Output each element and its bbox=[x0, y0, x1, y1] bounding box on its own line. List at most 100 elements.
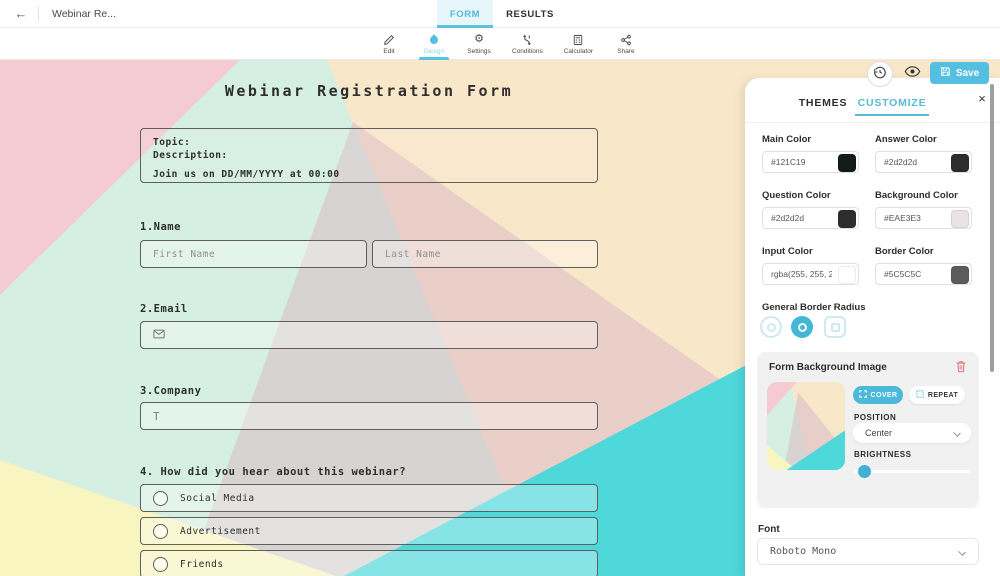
option-friends[interactable]: Friends bbox=[140, 550, 598, 576]
crop-brackets-icon bbox=[859, 390, 867, 400]
top-bar: ← Webinar Re... FORM RESULTS bbox=[0, 0, 1000, 28]
color-swatch[interactable] bbox=[838, 266, 856, 284]
question-color-field: Question Color #2d2d2d bbox=[762, 190, 859, 229]
brightness-label: BRIGHTNESS bbox=[854, 450, 911, 459]
eye-icon bbox=[904, 65, 921, 83]
main-color-field: Main Color #121C19 bbox=[762, 134, 859, 173]
position-value: Center bbox=[865, 428, 892, 438]
source-question-label[interactable]: 4. How did you hear about this webinar? bbox=[140, 466, 406, 478]
repeat-mode-button[interactable]: REPEAT bbox=[909, 386, 965, 404]
save-button[interactable]: Save bbox=[930, 62, 989, 84]
dashed-grid-icon bbox=[916, 390, 924, 400]
toolbar-item-calculator[interactable]: Calculator bbox=[561, 28, 596, 60]
color-value: #121C19 bbox=[771, 157, 806, 167]
name-question-label[interactable]: 1.Name bbox=[140, 221, 181, 233]
description-line: Description: bbox=[153, 150, 228, 161]
color-swatch[interactable] bbox=[951, 154, 969, 172]
input-color-field: Input Color rgba(255, 255, 25 bbox=[762, 246, 859, 285]
radio-icon[interactable] bbox=[153, 557, 168, 572]
first-name-input[interactable]: First Name bbox=[140, 240, 367, 268]
chevron-down-icon bbox=[958, 548, 966, 556]
option-social-media[interactable]: Social Media bbox=[140, 484, 598, 512]
toolbar-item-label: Calculator bbox=[564, 48, 593, 55]
toolbar-item-label: Conditions bbox=[512, 48, 543, 55]
app-window: ← Webinar Re... FORM RESULTS Edit Design… bbox=[0, 0, 1000, 576]
background-image-thumbnail[interactable] bbox=[767, 382, 845, 470]
font-select[interactable]: Roboto Mono bbox=[757, 538, 979, 565]
close-icon[interactable]: × bbox=[975, 92, 989, 106]
tab-themes[interactable]: THEMES bbox=[795, 94, 851, 112]
color-swatch[interactable] bbox=[951, 266, 969, 284]
email-input[interactable] bbox=[140, 321, 598, 349]
field-label: Main Color bbox=[762, 134, 859, 145]
border-color-field: Border Color #5C5C5C bbox=[875, 246, 972, 285]
brightness-slider[interactable] bbox=[854, 470, 970, 473]
save-button-label: Save bbox=[956, 68, 979, 79]
border-color-input[interactable]: #5C5C5C bbox=[875, 263, 972, 285]
email-question-label[interactable]: 2.Email bbox=[140, 303, 188, 315]
square-radius-icon bbox=[824, 316, 846, 338]
toolbar-item-conditions[interactable]: Conditions bbox=[509, 28, 546, 60]
preview-eye-button[interactable] bbox=[901, 64, 923, 84]
option-label: Social Media bbox=[180, 493, 255, 504]
position-select[interactable]: Center bbox=[853, 423, 971, 443]
color-value: rgba(255, 255, 25 bbox=[771, 269, 832, 279]
back-arrow-icon[interactable]: ← bbox=[12, 6, 30, 22]
builder-toolbar: Edit Design ⚙ Settings Conditions bbox=[0, 28, 1000, 60]
trash-icon[interactable] bbox=[955, 360, 969, 374]
radio-icon[interactable] bbox=[153, 491, 168, 506]
divider bbox=[38, 6, 39, 22]
option-advertisement[interactable]: Advertisement bbox=[140, 517, 598, 545]
color-swatch[interactable] bbox=[838, 154, 856, 172]
cover-mode-button[interactable]: COVER bbox=[853, 386, 903, 404]
answer-color-input[interactable]: #2d2d2d bbox=[875, 151, 972, 173]
font-label: Font bbox=[758, 524, 780, 535]
radius-option-round[interactable] bbox=[760, 316, 782, 338]
form-title-breadcrumb[interactable]: Webinar Re... bbox=[52, 8, 116, 20]
panel-scrollbar[interactable] bbox=[990, 84, 994, 372]
cover-button-label: COVER bbox=[871, 392, 898, 399]
color-swatch[interactable] bbox=[838, 210, 856, 228]
slider-thumb[interactable] bbox=[858, 465, 871, 478]
question-color-input[interactable]: #2d2d2d bbox=[762, 207, 859, 229]
revision-history-button[interactable] bbox=[867, 61, 893, 87]
last-name-placeholder: Last Name bbox=[385, 249, 441, 260]
option-label: Advertisement bbox=[180, 526, 261, 537]
first-name-placeholder: First Name bbox=[153, 249, 215, 260]
design-active-underline bbox=[419, 57, 449, 60]
form-background-image-card: Form Background Image COVER bbox=[757, 352, 979, 508]
bg-image-card-title: Form Background Image bbox=[769, 362, 887, 373]
calculator-icon bbox=[572, 33, 584, 46]
last-name-input[interactable]: Last Name bbox=[372, 240, 598, 268]
input-color-input[interactable]: rgba(255, 255, 25 bbox=[762, 263, 859, 285]
main-color-input[interactable]: #121C19 bbox=[762, 151, 859, 173]
droplet-icon bbox=[430, 33, 438, 46]
toolbar-item-label: Design bbox=[424, 48, 444, 55]
color-value: #2d2d2d bbox=[771, 213, 804, 223]
company-question-label[interactable]: 3.Company bbox=[140, 385, 201, 397]
tab-results[interactable]: RESULTS bbox=[505, 0, 555, 28]
form-heading[interactable]: Webinar Registration Form bbox=[140, 82, 598, 100]
background-color-input[interactable]: #EAE3E3 bbox=[875, 207, 972, 229]
field-label: Background Color bbox=[875, 190, 972, 201]
toolbar-item-design[interactable]: Design bbox=[419, 28, 449, 60]
radio-icon[interactable] bbox=[153, 524, 168, 539]
chevron-down-icon bbox=[953, 429, 961, 437]
text-cursor-icon: T bbox=[153, 410, 160, 423]
tab-customize[interactable]: CUSTOMIZE bbox=[855, 94, 929, 112]
toolbar-item-share[interactable]: Share bbox=[611, 28, 641, 60]
color-swatch[interactable] bbox=[951, 210, 969, 228]
company-input[interactable]: T bbox=[140, 402, 598, 430]
radius-option-rounded-selected[interactable] bbox=[791, 316, 813, 338]
color-value: #2d2d2d bbox=[884, 157, 917, 167]
radius-option-square[interactable] bbox=[824, 316, 846, 338]
tab-form[interactable]: FORM bbox=[437, 0, 493, 28]
answer-color-field: Answer Color #2d2d2d bbox=[875, 134, 972, 173]
topic-description-box[interactable]: Topic: Description: Join us on DD/MM/YYY… bbox=[140, 128, 598, 183]
toolbar-item-label: Edit bbox=[383, 48, 394, 55]
toolbar-item-settings[interactable]: ⚙ Settings bbox=[464, 28, 494, 60]
pencil-icon bbox=[383, 33, 395, 46]
field-label: Border Color bbox=[875, 246, 972, 257]
customize-active-underline bbox=[855, 114, 929, 116]
toolbar-item-edit[interactable]: Edit bbox=[374, 28, 404, 60]
